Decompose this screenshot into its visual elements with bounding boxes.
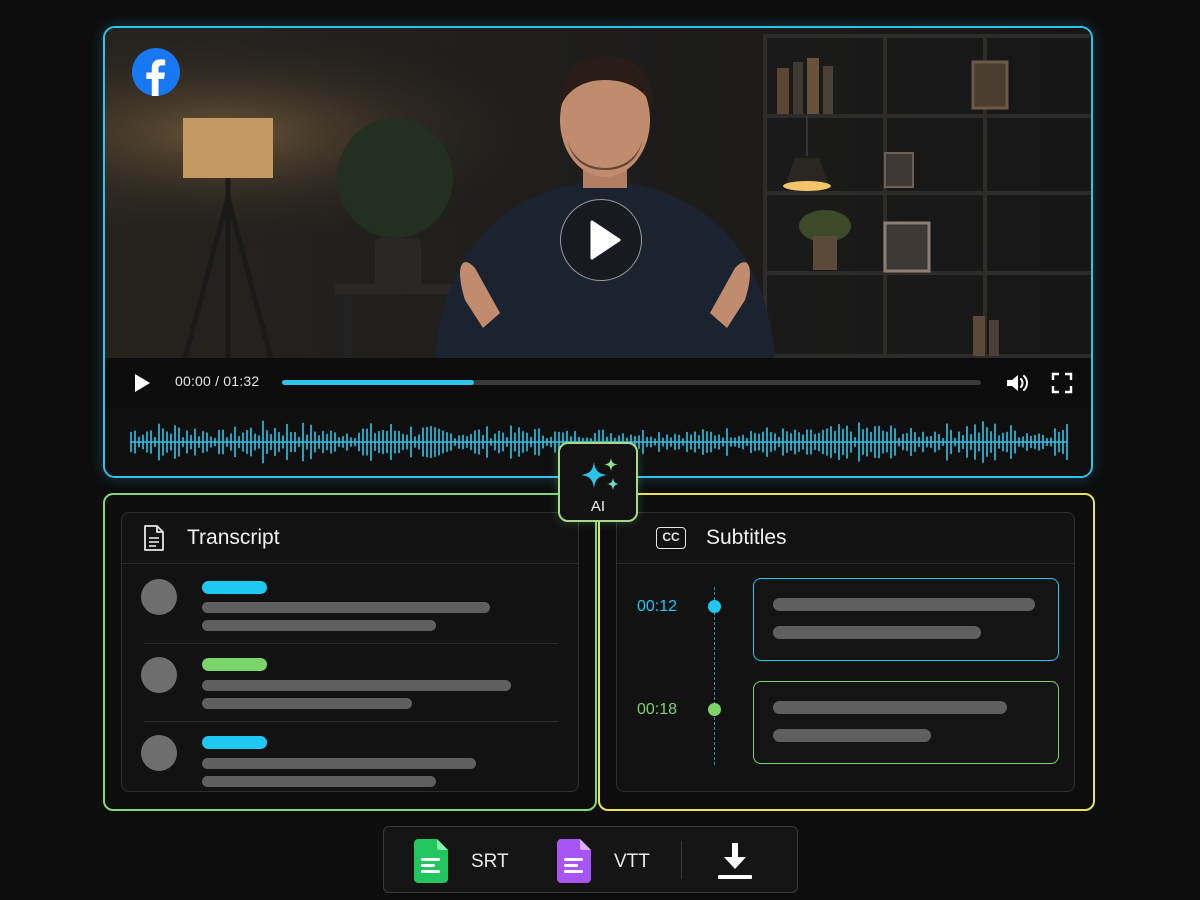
transcript-title: Transcript — [187, 526, 280, 549]
speaker-avatar — [141, 657, 177, 693]
play-icon — [135, 374, 150, 392]
subtitle-line-placeholder — [773, 701, 1007, 714]
srt-label: SRT — [471, 851, 509, 872]
speaker-avatar — [141, 579, 177, 615]
document-icon — [144, 525, 164, 551]
progress-bar[interactable] — [282, 380, 981, 385]
play-overlay-icon — [590, 220, 621, 260]
volume-icon — [1007, 375, 1028, 391]
speaker-name-placeholder — [202, 736, 267, 749]
sparkles-icon — [581, 458, 619, 490]
export-divider — [681, 841, 682, 879]
export-bar: SRT VTT — [383, 826, 798, 893]
time-readout: 00:00 / 01:32 — [175, 373, 260, 389]
text-line-placeholder — [202, 776, 436, 787]
video-player[interactable]: 00:00 / 01:32 — [103, 26, 1093, 478]
facebook-logo — [132, 48, 180, 96]
subtitle-line-placeholder — [773, 598, 1035, 611]
subtitle-line-placeholder — [773, 729, 931, 742]
ai-badge[interactable]: AI — [558, 442, 638, 522]
cue-timestamp: 00:18 — [637, 701, 678, 718]
facebook-logo-icon — [146, 59, 166, 96]
progress-fill — [282, 380, 475, 385]
cc-icon: CC — [656, 527, 686, 549]
subtitles-panel: CC Subtitles 00:12 00:18 — [616, 512, 1075, 792]
cue-marker — [708, 600, 721, 613]
export-srt-button[interactable]: SRT — [414, 839, 509, 883]
download-icon — [718, 843, 752, 879]
subtitles-header: CC Subtitles — [617, 513, 1074, 564]
vtt-label: VTT — [614, 851, 650, 872]
subtitle-line-placeholder — [773, 626, 981, 639]
export-vtt-button[interactable]: VTT — [557, 839, 650, 883]
play-overlay-button[interactable] — [560, 199, 642, 281]
download-button[interactable] — [716, 841, 754, 881]
subtitle-timeline — [714, 587, 715, 765]
text-line-placeholder — [202, 602, 490, 613]
row-divider — [144, 643, 558, 644]
subtitle-cue-block[interactable] — [753, 681, 1059, 764]
subtitle-cue-block[interactable] — [753, 578, 1059, 661]
srt-file-icon — [414, 839, 448, 883]
speaker-name-placeholder — [202, 581, 267, 594]
fullscreen-button[interactable] — [1049, 370, 1075, 396]
player-controls: 00:00 / 01:32 — [105, 358, 1091, 408]
cue-timestamp: 00:12 — [637, 598, 678, 615]
speaker-avatar — [141, 735, 177, 771]
text-line-placeholder — [202, 758, 476, 769]
text-line-placeholder — [202, 680, 511, 691]
fullscreen-icon — [1051, 372, 1073, 394]
video-frame-image[interactable] — [105, 28, 1091, 358]
text-line-placeholder — [202, 620, 436, 631]
vtt-file-icon — [557, 839, 591, 883]
ai-label: AI — [590, 498, 606, 515]
speaker-name-placeholder — [202, 658, 267, 671]
cue-marker — [708, 703, 721, 716]
row-divider — [144, 721, 558, 722]
text-line-placeholder — [202, 698, 412, 709]
volume-button[interactable] — [1004, 370, 1030, 396]
transcript-panel: Transcript — [121, 512, 579, 792]
subtitles-title: Subtitles — [706, 526, 787, 549]
play-button[interactable] — [131, 371, 153, 395]
transcript-header: Transcript — [122, 513, 578, 564]
